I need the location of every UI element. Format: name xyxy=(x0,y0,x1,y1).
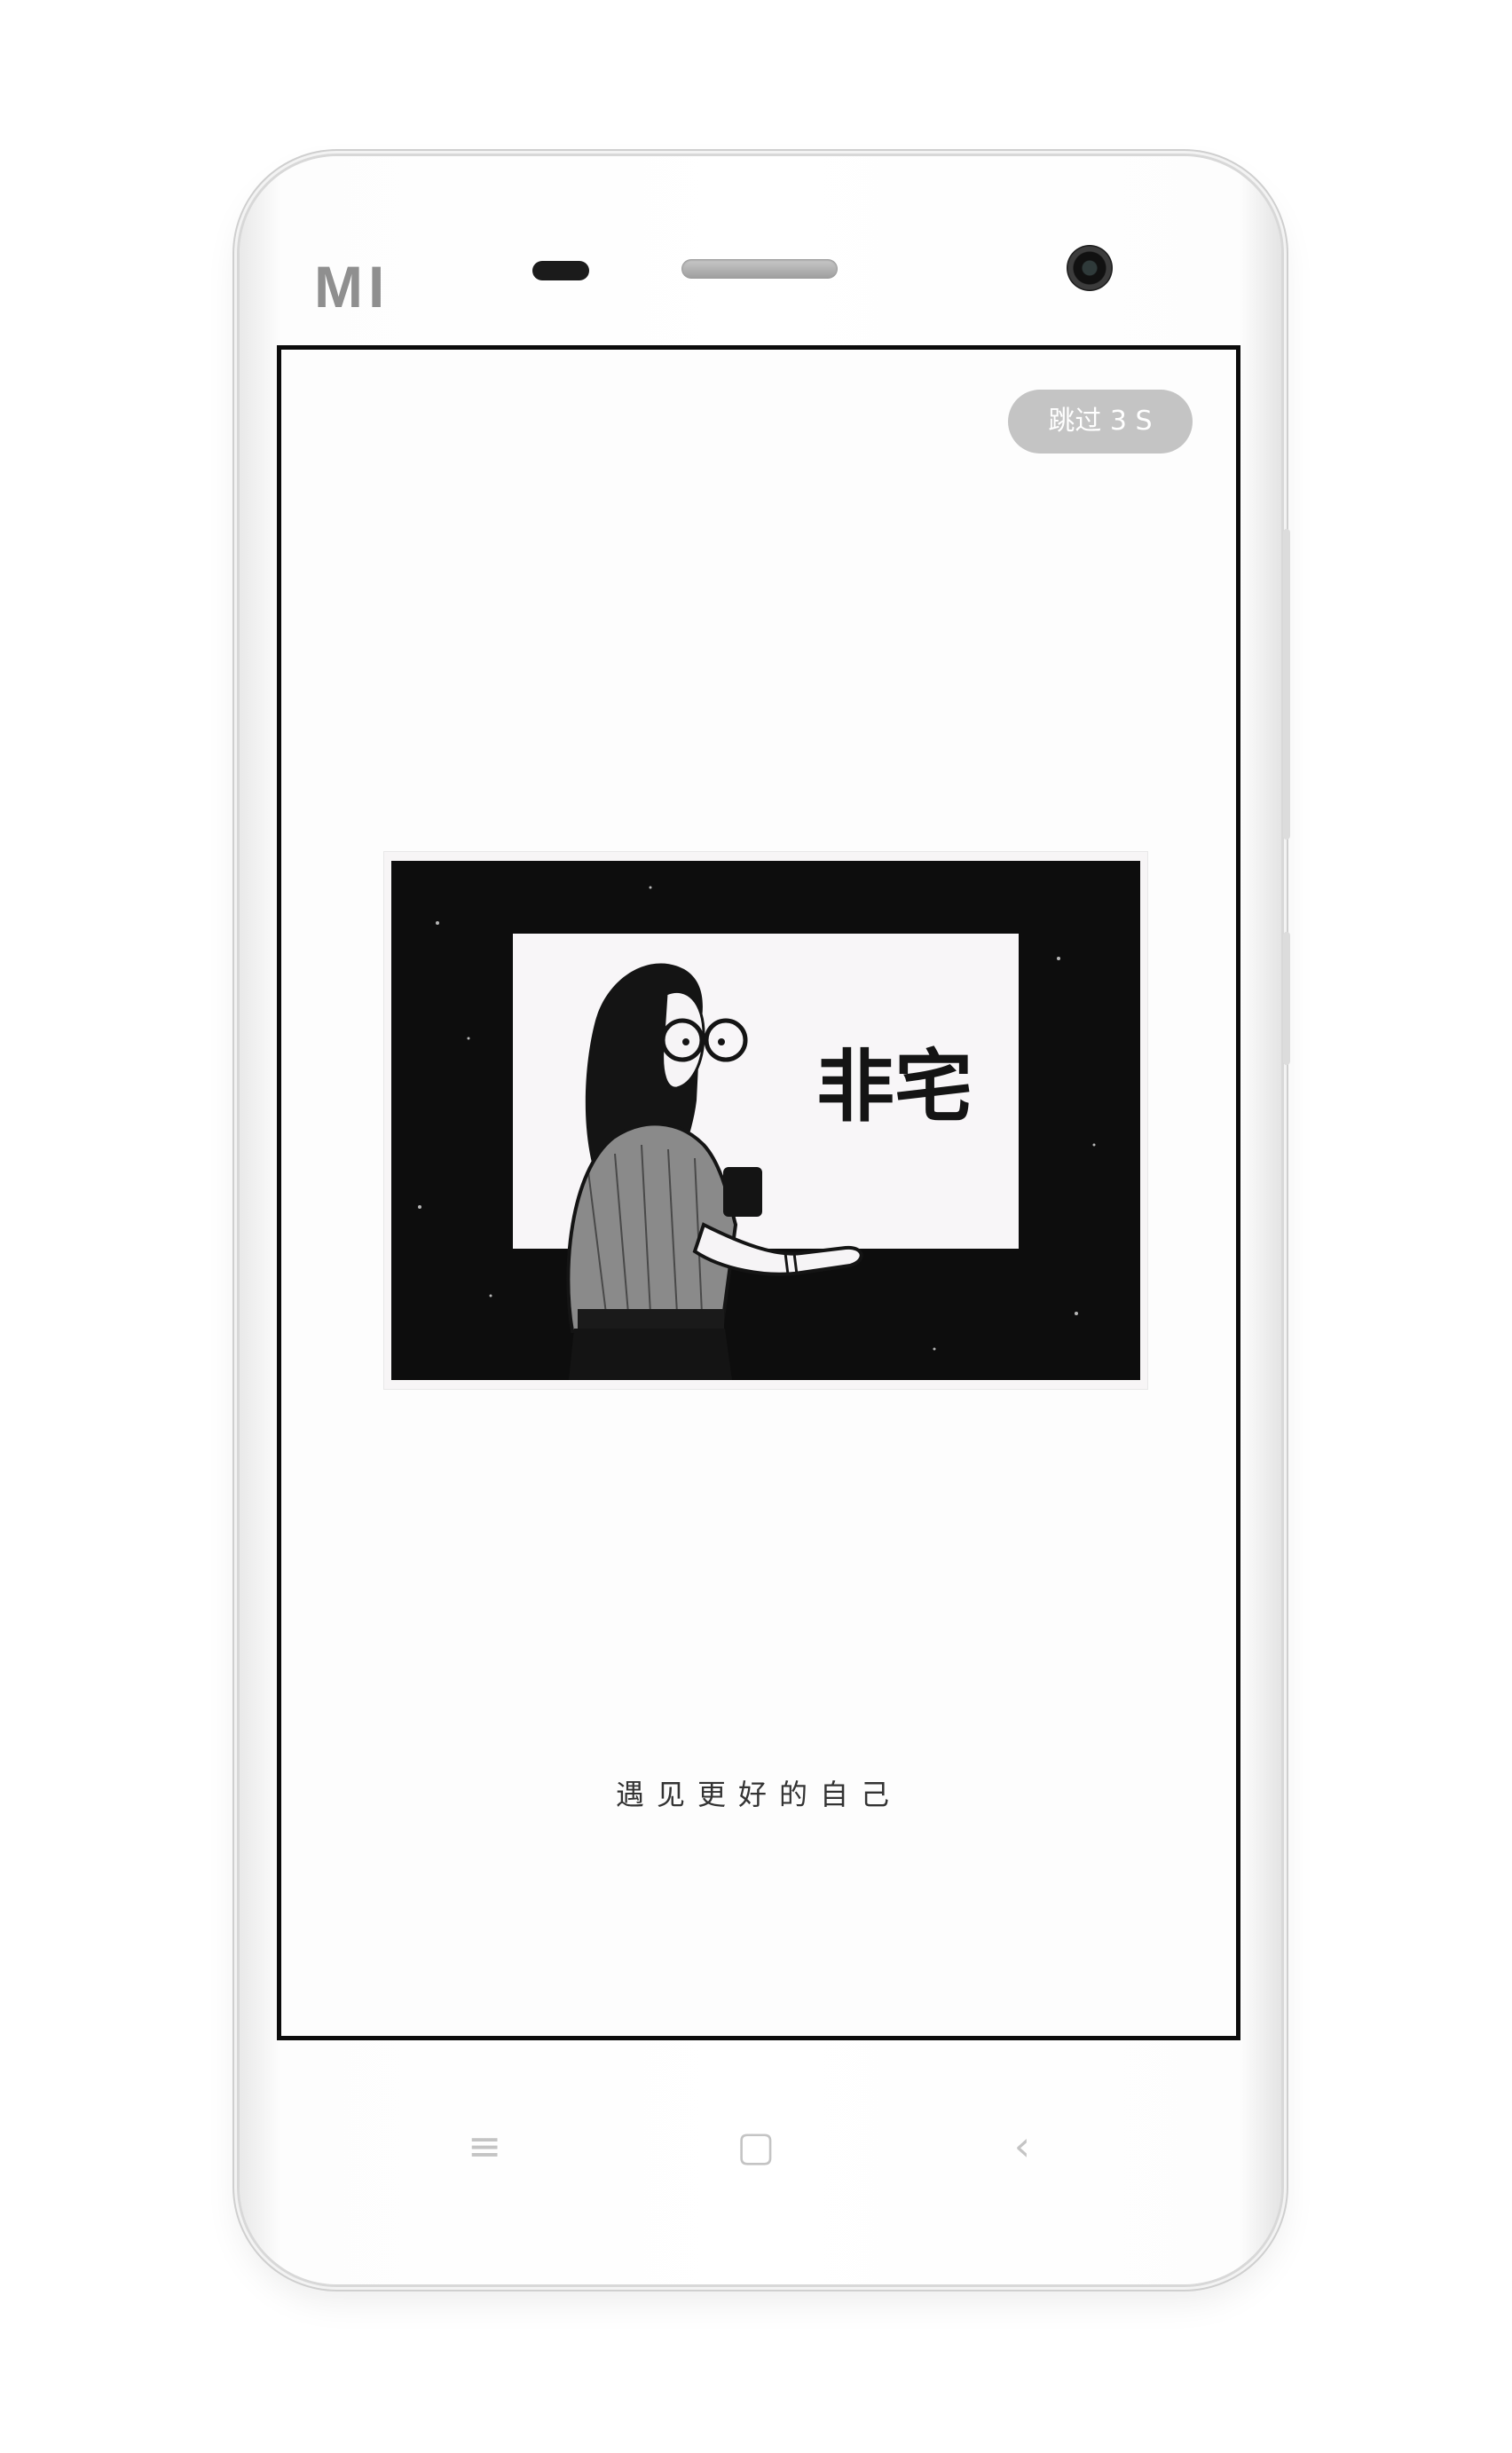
splash-slogan: 遇见更好的自己 xyxy=(615,1778,902,1811)
illustration-caption: 非宅 xyxy=(816,1041,973,1132)
front-camera-icon xyxy=(1067,245,1113,291)
phone-frame: MI 跳过 3 S 非宅 遇见更好的自己 ≡ ▢ ‹ xyxy=(240,156,1281,2284)
home-key-icon[interactable]: ▢ xyxy=(729,2119,783,2173)
earpiece-speaker xyxy=(681,259,838,279)
volume-button xyxy=(1283,529,1290,840)
proximity-sensor xyxy=(532,261,589,280)
brand-logo: MI xyxy=(314,254,390,319)
splash-illustration[interactable]: 非宅 xyxy=(383,851,1148,1390)
page: MI 跳过 3 S 非宅 遇见更好的自己 ≡ ▢ ‹ xyxy=(0,0,1512,2453)
back-key-icon[interactable]: ‹ xyxy=(996,2119,1049,2173)
app-splash-screen: 跳过 3 S 非宅 遇见更好的自己 xyxy=(277,345,1240,2040)
skip-countdown-button[interactable]: 跳过 3 S xyxy=(1008,390,1193,454)
menu-key-icon[interactable]: ≡ xyxy=(458,2119,511,2173)
illustration-art: 非宅 xyxy=(391,861,1140,1380)
power-button xyxy=(1283,932,1290,1065)
